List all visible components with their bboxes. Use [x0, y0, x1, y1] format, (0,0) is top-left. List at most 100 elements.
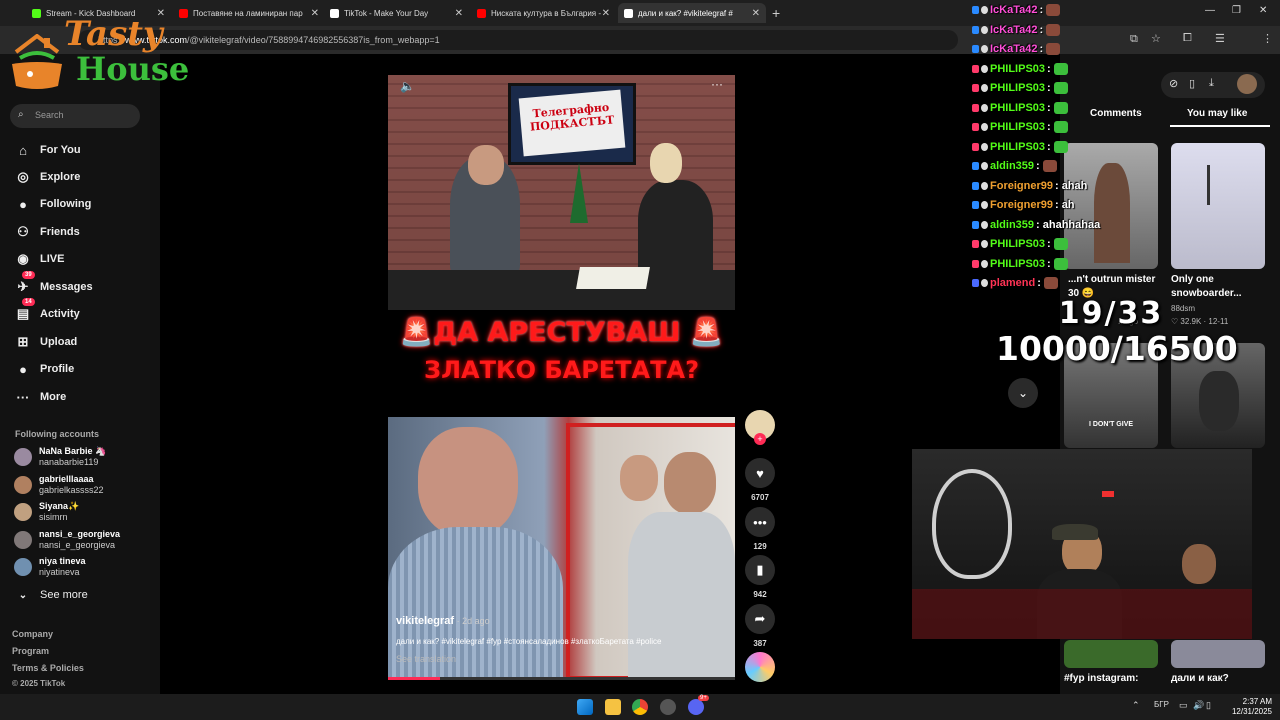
chat-badge-icon — [972, 103, 979, 112]
sidebar-item-label: Upload — [40, 336, 78, 348]
video-player[interactable]: Телеграфно ПОДКАСТЪТ 🔈 ··· 🚨ДА АРЕСТУВАШ… — [388, 75, 735, 680]
chat-username: IcKaTa42 — [990, 23, 1038, 36]
chat-badge-icon — [972, 259, 979, 268]
share-button[interactable]: ➦ 387 — [744, 604, 776, 648]
close-icon[interactable]: ✕ — [602, 8, 610, 19]
chat-message: plamend: — [972, 274, 1058, 292]
new-tab-button[interactable]: + — [772, 5, 780, 21]
notification-badge: 14 — [22, 298, 35, 306]
bookmark-star-icon[interactable]: ☆ — [1151, 32, 1161, 45]
tab-youtube-2[interactable]: Ниската култура в България - ✕ — [471, 3, 616, 23]
close-window-icon[interactable]: ✕ — [1259, 5, 1267, 16]
chat-badge-icon — [972, 240, 979, 248]
system-clock[interactable]: 2:37 AM 12/31/2025 — [1232, 697, 1272, 717]
chevron-up-icon[interactable]: ⌃ — [1132, 700, 1140, 711]
record-icon[interactable]: ⊘ — [1169, 77, 1178, 90]
sidebar-item-following[interactable]: ● Following — [14, 194, 91, 214]
live-icon: ◉ — [17, 251, 29, 266]
sidebar-item-live[interactable]: ◉ LIVE — [14, 249, 64, 269]
file-explorer-icon[interactable] — [605, 699, 621, 715]
video-progress-bar[interactable] — [388, 677, 735, 680]
following-account[interactable]: niya tineva niyatineva — [14, 556, 154, 580]
sidebar-item-for-you[interactable]: ⌂ For You — [14, 140, 80, 160]
chat-text: : — [1047, 62, 1051, 75]
like-button[interactable]: ♥ 6707 — [744, 458, 776, 502]
youtube-icon — [179, 8, 188, 18]
following-account[interactable]: gabrielllaaaa gabrielkassss22 — [14, 474, 154, 498]
footer-terms[interactable]: Terms & Policies — [12, 663, 84, 673]
sidebar-item-explore[interactable]: ◎ Explore — [14, 167, 80, 187]
see-more-button[interactable]: ⌄ See more — [14, 585, 88, 605]
sidebar-item-upload[interactable]: ⊞ Upload — [14, 332, 78, 352]
tab-tiktok-video[interactable]: дали и как? #vikitelegraf # ✕ — [618, 3, 766, 23]
suggested-video-thumb[interactable] — [1171, 640, 1265, 668]
download-icon[interactable]: ⤓ — [1209, 77, 1214, 90]
suggested-video-thumb[interactable] — [1171, 143, 1265, 269]
profile-icon: ● — [19, 361, 27, 377]
sidebar-item-messages[interactable]: ✈ 39 Messages — [14, 271, 93, 297]
tab-youtube-1[interactable]: Поставяне на ламиниран пар ✕ — [173, 3, 325, 23]
windows-start-icon[interactable] — [577, 699, 593, 715]
chat-message: IcKaTa42: — [972, 1, 1061, 19]
maximize-icon[interactable]: ❐ — [1232, 5, 1241, 16]
url-input[interactable]: https://www.tiktok.com/@vikitelegraf/vid… — [78, 30, 958, 50]
sidebar-item-more[interactable]: ··· More — [14, 387, 67, 407]
headline-line-1: 🚨ДА АРЕСТУВАШ 🚨 — [399, 317, 724, 348]
suggestion-title[interactable]: #fyp instagram: — [1064, 672, 1138, 686]
discord-icon[interactable]: 9+ — [688, 695, 709, 715]
phone-icon[interactable]: ▯ — [1189, 77, 1195, 90]
following-account[interactable]: Siyana✨ sisimrn — [14, 501, 154, 525]
language-indicator[interactable]: БГР — [1154, 700, 1169, 709]
follow-plus-icon[interactable]: + — [754, 433, 766, 445]
see-translation-link[interactable]: See translation — [396, 654, 726, 664]
sidebar-item-profile[interactable]: ● Profile — [14, 359, 74, 379]
tab-you-may-like[interactable]: You may like — [1187, 108, 1247, 119]
chrome-icon[interactable] — [632, 699, 648, 715]
progress-fill — [388, 677, 441, 680]
video-author[interactable]: vikitelegraf · 2d ago — [396, 615, 726, 627]
more-options-icon[interactable]: ··· — [711, 77, 723, 91]
sound-disc-button[interactable] — [744, 652, 776, 682]
chat-badge-icon — [972, 6, 979, 14]
footer-company[interactable]: Company — [12, 629, 53, 639]
battery-icon[interactable]: ▯ — [1206, 700, 1211, 711]
mute-icon[interactable]: 🔈 — [400, 79, 415, 93]
following-account[interactable]: nansi_e_georgieva nansi_e_georgieva — [14, 529, 154, 553]
chat-username: PHILIPS03 — [990, 238, 1046, 250]
network-icon[interactable]: ▭ — [1179, 700, 1188, 711]
suggested-video-thumb[interactable] — [1064, 640, 1158, 668]
comment-button[interactable]: ••• 129 — [744, 507, 776, 551]
close-icon[interactable]: ✕ — [311, 8, 319, 19]
minimize-icon[interactable]: — — [1205, 5, 1215, 16]
suggestion-title[interactable]: дали и как? — [1171, 672, 1229, 686]
more-icon: ··· — [16, 389, 30, 405]
chat-message: aldin359: — [972, 157, 1057, 175]
following-account[interactable]: NaNa Barbie 🦄 nanabarbie119 — [14, 446, 154, 470]
install-app-icon[interactable]: ⧉ — [1130, 33, 1138, 46]
sidebar-item-friends[interactable]: ⚇ Friends — [14, 222, 80, 242]
tab-tiktok-home[interactable]: TikTok - Make Your Day ✕ — [324, 3, 469, 23]
sidebar-item-activity[interactable]: ▤ 14 Activity — [14, 298, 80, 324]
logo-text-tasty: Tasty — [64, 14, 163, 54]
user-avatar[interactable] — [1237, 74, 1257, 94]
chat-badge-icon — [981, 45, 988, 53]
reading-list-icon[interactable]: ☰ — [1215, 32, 1225, 45]
video-headline: 🚨ДА АРЕСТУВАШ 🚨 ЗЛАТКО БАРЕТАТА? — [388, 310, 735, 415]
close-icon[interactable]: ✕ — [455, 8, 463, 19]
menu-dots-icon[interactable]: ⋮ — [1262, 32, 1273, 45]
footer-program[interactable]: Program — [12, 646, 49, 656]
right-toolbar: ⊘ ▯ ⤓ — [1161, 72, 1265, 98]
footer-copyright: © 2025 TikTok — [12, 679, 66, 688]
chevron-down-icon[interactable]: ⌄ — [1008, 378, 1038, 408]
clock-time: 2:37 AM — [1242, 697, 1272, 706]
suggested-video-thumb[interactable] — [1064, 143, 1158, 269]
author-avatar-button[interactable]: + — [744, 410, 776, 445]
volume-icon[interactable]: 🔊 — [1193, 700, 1204, 711]
tab-comments[interactable]: Comments — [1090, 108, 1142, 119]
obs-icon[interactable] — [660, 699, 676, 715]
extensions-icon[interactable]: ⧠ — [1183, 32, 1192, 45]
search-input[interactable]: ⌕ Search — [10, 104, 140, 128]
save-count: 942 — [753, 590, 767, 599]
save-button[interactable]: ▮ 942 — [744, 555, 776, 599]
close-icon[interactable]: ✕ — [752, 8, 760, 19]
